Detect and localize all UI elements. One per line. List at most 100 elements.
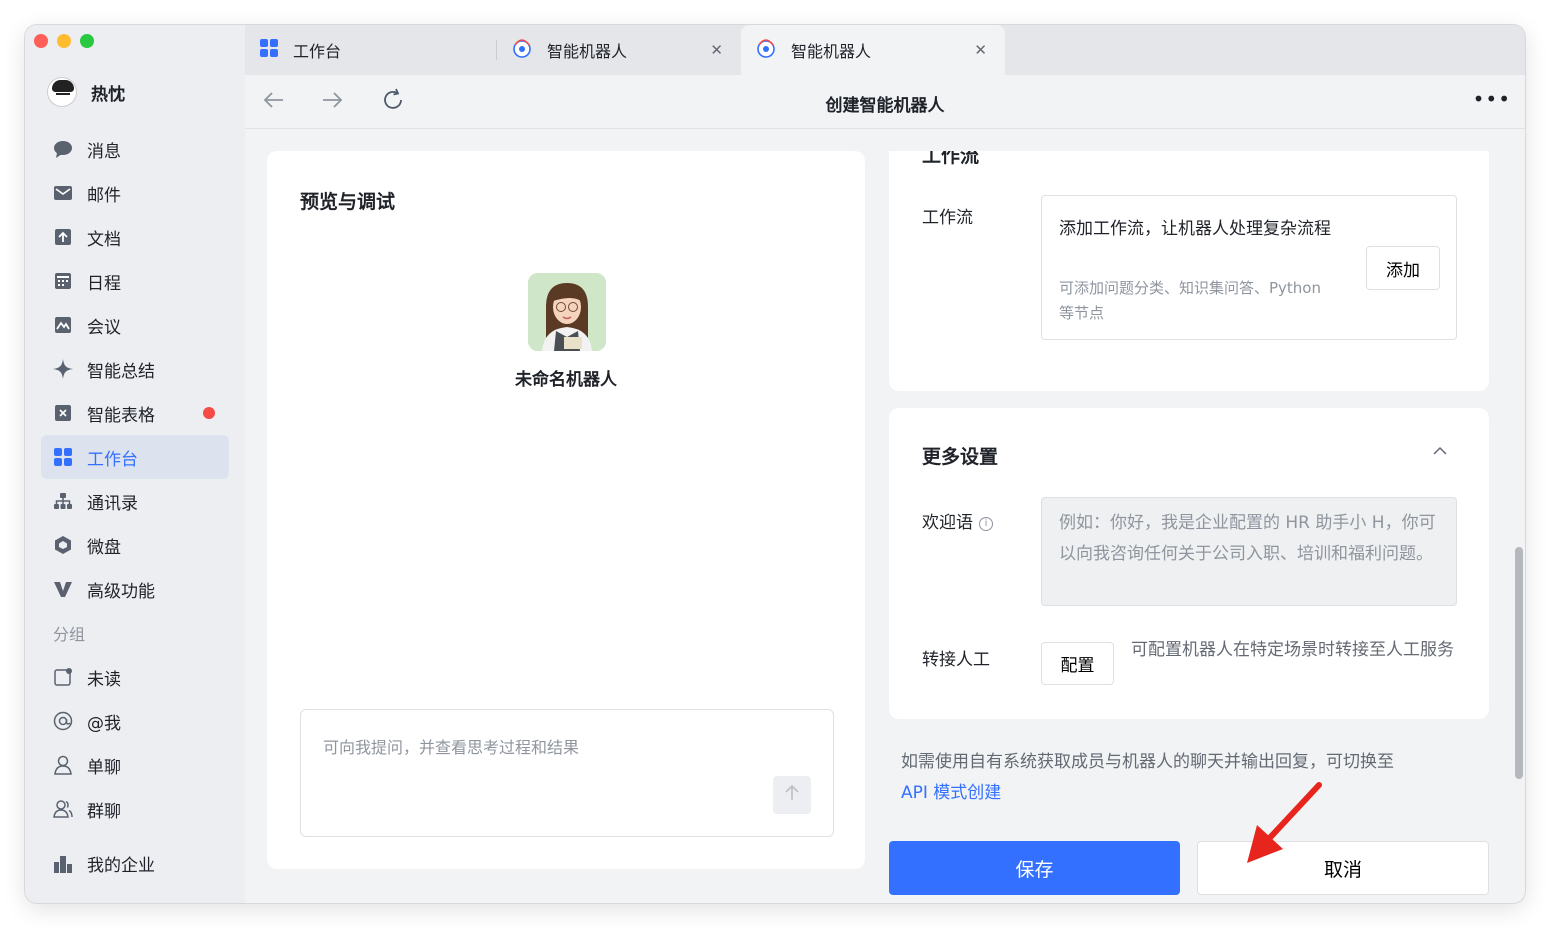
- chat-input-placeholder: 可向我提问，并查看思考过程和结果: [323, 738, 580, 757]
- advanced-v-icon: [53, 579, 73, 599]
- annotation-arrow-icon: [1247, 782, 1322, 863]
- avatar[interactable]: [47, 77, 77, 107]
- tab-label: 智能机器人: [791, 42, 872, 61]
- tab-workbench[interactable]: 工作台: [259, 25, 499, 75]
- vertical-scrollbar[interactable]: [1515, 547, 1523, 779]
- minimize-window-button[interactable]: [57, 34, 71, 48]
- sidebar-item-mail[interactable]: 邮件: [41, 171, 229, 215]
- arrow-up-icon: [783, 784, 801, 807]
- workbench-grid-icon: [259, 38, 279, 62]
- contacts-icon: [53, 491, 73, 511]
- calendar-icon: [53, 271, 73, 291]
- sidebar-item-smart-sheet[interactable]: 智能表格: [41, 391, 229, 435]
- add-workflow-button[interactable]: 添加: [1366, 246, 1440, 290]
- notification-badge: [203, 407, 215, 419]
- sidebar-nav: 消息 邮件 文档 日程 会议 智能总结 智能表格 工作台 通讯录 微盘 高级功能…: [41, 127, 229, 831]
- sidebar-item-label: 工作台: [87, 449, 138, 470]
- more-settings-card: 更多设置 欢迎语 i 例如：你好，我是企业配置的 HR 助手小 H，你可以向我咨询…: [889, 408, 1489, 719]
- sidebar-item-label: 未读: [87, 669, 121, 690]
- sidebar-item-group-chat[interactable]: 群聊: [41, 787, 229, 831]
- sidebar-item-smart-summary[interactable]: 智能总结: [41, 347, 229, 391]
- robot-icon: [755, 37, 777, 63]
- sidebar-item-calendar[interactable]: 日程: [41, 259, 229, 303]
- group-chat-icon: [53, 799, 73, 819]
- group-section-label: 分组: [53, 625, 86, 644]
- sidebar-item-label: 消息: [87, 141, 121, 162]
- sparkle-icon: [53, 359, 73, 379]
- sidebar-item-drive[interactable]: 微盘: [41, 523, 229, 567]
- sidebar: 热忱 消息 邮件 文档 日程 会议 智能总结 智能表格 工作台 通讯录 微盘 高…: [25, 25, 245, 903]
- drive-icon: [53, 535, 73, 555]
- sidebar-item-label: 群聊: [87, 801, 121, 822]
- welcome-label: 欢迎语: [922, 513, 973, 533]
- tab-label: 工作台: [293, 42, 342, 61]
- single-chat-icon: [53, 755, 73, 775]
- welcome-placeholder: 例如：你好，我是企业配置的 HR 助手小 H，你可以向我咨询任何关于公司入职、培…: [1059, 513, 1436, 564]
- sidebar-item-mentions[interactable]: @我: [41, 699, 229, 743]
- workflow-section-title: 工作流: [922, 151, 980, 167]
- user-name: 热忱: [91, 84, 125, 105]
- app-window: 热忱 消息 邮件 文档 日程 会议 智能总结 智能表格 工作台 通讯录 微盘 高…: [25, 25, 1525, 903]
- sidebar-item-single-chat[interactable]: 单聊: [41, 743, 229, 787]
- sidebar-item-label: 文档: [87, 229, 121, 250]
- robot-icon: [511, 37, 533, 63]
- sidebar-item-meeting[interactable]: 会议: [41, 303, 229, 347]
- api-mode-link[interactable]: API 模式创建: [901, 783, 1001, 803]
- tab-smart-robot-1[interactable]: 智能机器人 ✕: [511, 25, 741, 75]
- sidebar-item-contacts[interactable]: 通讯录: [41, 479, 229, 523]
- sidebar-item-docs[interactable]: 文档: [41, 215, 229, 259]
- sidebar-item-label: 智能总结: [87, 361, 155, 382]
- send-button[interactable]: [773, 776, 811, 814]
- window-controls: [34, 34, 94, 48]
- workbench-grid-icon: [53, 447, 73, 467]
- workflow-box-title: 添加工作流，让机器人处理复杂流程: [1059, 219, 1331, 239]
- tab-label: 智能机器人: [547, 42, 628, 61]
- mail-icon: [53, 183, 73, 203]
- smart-sheet-icon: [53, 403, 73, 423]
- browser-toolbar: 创建智能机器人 •••: [245, 75, 1525, 129]
- sidebar-item-workbench[interactable]: 工作台: [41, 435, 229, 479]
- more-settings-title: 更多设置: [922, 446, 999, 468]
- close-icon[interactable]: ✕: [974, 41, 987, 59]
- meeting-icon: [53, 315, 73, 335]
- more-options-icon[interactable]: •••: [1473, 87, 1511, 111]
- sidebar-item-label: 智能表格: [87, 405, 155, 426]
- sidebar-item-advanced[interactable]: 高级功能: [41, 567, 229, 611]
- zoom-window-button[interactable]: [80, 34, 94, 48]
- tab-divider: [496, 40, 497, 60]
- sidebar-item-label: @我: [87, 713, 121, 734]
- main-content: 预览与调试 未命名机器人 可向我提问，并查看思考过程和结果 工作流 工作流 添加…: [245, 129, 1525, 903]
- sidebar-item-label: 我的企业: [87, 856, 155, 876]
- at-icon: [53, 711, 73, 731]
- info-icon[interactable]: i: [979, 517, 993, 531]
- sidebar-item-label: 通讯录: [87, 493, 138, 514]
- bot-name: 未命名机器人: [515, 370, 617, 390]
- workflow-box-desc: 可添加问题分类、知识集问答、Python等节点: [1059, 279, 1321, 322]
- sidebar-item-label: 日程: [87, 273, 121, 294]
- configure-button[interactable]: 配置: [1041, 642, 1114, 685]
- user-profile[interactable]: 热忱: [47, 77, 125, 107]
- sidebar-item-unread[interactable]: 未读: [41, 655, 229, 699]
- welcome-message-textarea[interactable]: 例如：你好，我是企业配置的 HR 助手小 H，你可以向我咨询任何关于公司入职、培…: [1041, 497, 1457, 606]
- preview-panel: 预览与调试 未命名机器人 可向我提问，并查看思考过程和结果: [267, 151, 865, 869]
- sidebar-item-label: 会议: [87, 317, 121, 338]
- close-window-button[interactable]: [34, 34, 48, 48]
- workflow-label: 工作流: [922, 208, 973, 228]
- sidebar-item-label: 邮件: [87, 185, 121, 206]
- sidebar-item-my-enterprise[interactable]: 我的企业: [53, 851, 155, 876]
- chevron-up-icon[interactable]: [1433, 444, 1447, 460]
- tab-smart-robot-2[interactable]: 智能机器人 ✕: [741, 25, 1005, 75]
- close-icon[interactable]: ✕: [710, 41, 723, 59]
- page-title: 创建智能机器人: [825, 96, 945, 116]
- transfer-label: 转接人工: [922, 650, 990, 670]
- sidebar-item-label: 微盘: [87, 537, 121, 558]
- chat-bubble-icon: [53, 139, 73, 159]
- save-button[interactable]: 保存: [889, 841, 1180, 895]
- sidebar-item-messages[interactable]: 消息: [41, 127, 229, 171]
- sidebar-item-label: 单聊: [87, 757, 121, 778]
- building-icon: [53, 854, 73, 874]
- api-note-text: 如需使用自有系统获取成员与机器人的聊天并输出回复，可切换至: [901, 752, 1394, 772]
- workflow-box: 添加工作流，让机器人处理复杂流程 可添加问题分类、知识集问答、Python等节点…: [1041, 195, 1457, 340]
- bot-avatar[interactable]: [528, 273, 606, 351]
- chat-input[interactable]: 可向我提问，并查看思考过程和结果: [300, 709, 834, 837]
